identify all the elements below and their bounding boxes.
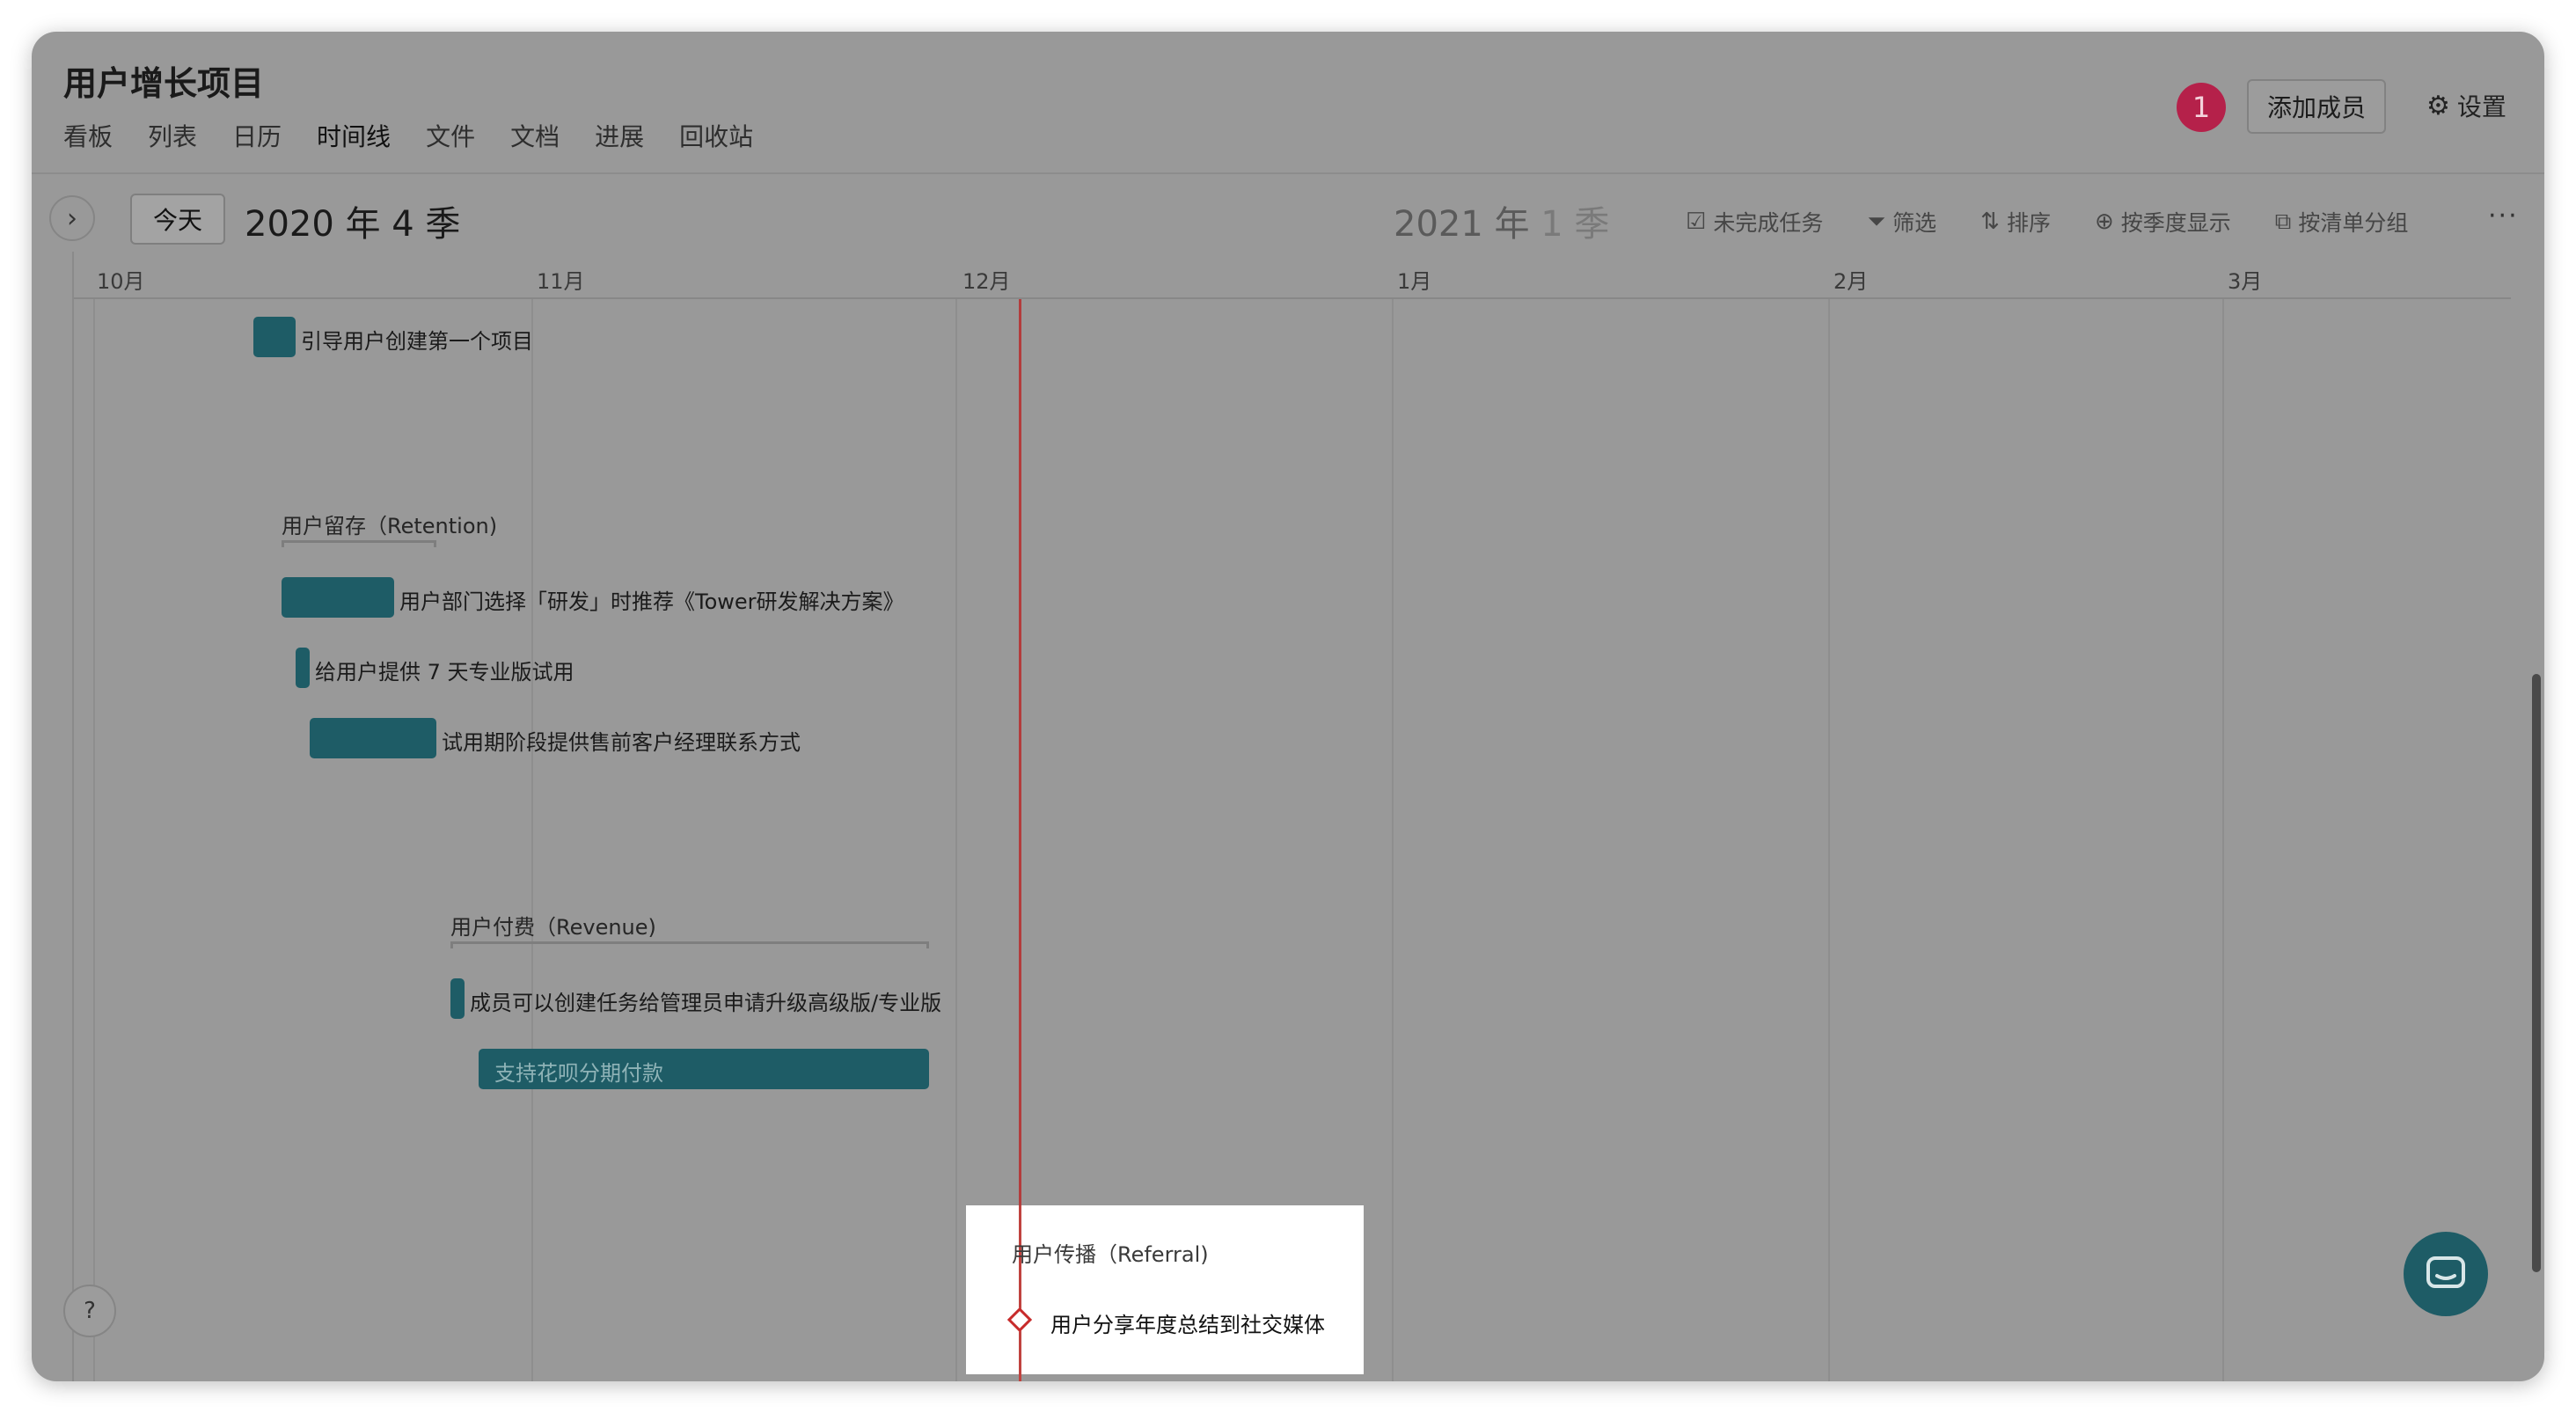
tab-calendar[interactable]: 日历 bbox=[232, 118, 282, 153]
group-title-retention: 用户留存（Retention) bbox=[282, 514, 498, 538]
month-label: 12月 bbox=[962, 269, 1011, 294]
today-marker-line bbox=[1019, 1205, 1021, 1381]
tab-docs[interactable]: 文档 bbox=[510, 118, 560, 153]
project-header: 用户增长项目 看板 列表 日历 时间线 文件 文档 进展 回收站 1 添加成员 … bbox=[32, 32, 2544, 172]
incomplete-tasks-toggle[interactable]: ☑ 未完成任务 bbox=[1686, 206, 1823, 238]
filter-button[interactable]: ⏷ 筛选 bbox=[1867, 206, 1936, 238]
month-label: 3月 bbox=[2228, 269, 2263, 294]
expand-sidebar-button[interactable]: › bbox=[49, 195, 95, 241]
task-bar[interactable] bbox=[450, 978, 465, 1019]
tab-list[interactable]: 列表 bbox=[148, 118, 197, 153]
current-quarter-label: 2020 年 4 季 bbox=[245, 204, 461, 245]
question-mark-icon: ? bbox=[84, 1298, 96, 1324]
task-bar[interactable] bbox=[282, 577, 394, 618]
checkbox-icon: ☑ bbox=[1686, 209, 1707, 235]
timeline-toolbar: › 今天 2020 年 4 季 2021 年 1 季 ☑ 未完成任务 ⏷ 筛选 … bbox=[32, 174, 2544, 245]
zoom-icon: ⊕ bbox=[2094, 209, 2114, 235]
tab-kanban[interactable]: 看板 bbox=[63, 118, 113, 153]
group-icon: ⧉ bbox=[2274, 208, 2292, 235]
grid-line bbox=[2222, 299, 2224, 1381]
chat-launcher-button[interactable] bbox=[2404, 1232, 2488, 1316]
more-options-button[interactable]: ··· bbox=[2488, 201, 2519, 231]
toolbar-tools: ☑ 未完成任务 ⏷ 筛选 ⇅ 排序 ⊕ 按季度显示 ⧉ 按清单分组 bbox=[1686, 206, 2452, 238]
sort-icon: ⇅ bbox=[1980, 209, 2000, 235]
task-label[interactable]: 成员可以创建任务给管理员申请升级高级版/专业版 bbox=[470, 985, 941, 1016]
app-window: 用户增长项目 看板 列表 日历 时间线 文件 文档 进展 回收站 1 添加成员 … bbox=[32, 32, 2544, 1381]
settings-label: 设置 bbox=[2456, 92, 2506, 121]
grid-line bbox=[955, 299, 957, 1381]
group-title-revenue: 用户付费（Revenue) bbox=[450, 915, 656, 940]
task-bar[interactable] bbox=[310, 718, 436, 758]
project-nav: 看板 列表 日历 时间线 文件 文档 进展 回收站 bbox=[63, 118, 788, 153]
tab-files[interactable]: 文件 bbox=[426, 118, 475, 153]
chevron-right-icon: › bbox=[67, 202, 77, 234]
highlight-region bbox=[966, 1205, 1364, 1374]
quarter-view-button[interactable]: ⊕ 按季度显示 bbox=[2095, 206, 2231, 238]
grid-line bbox=[1392, 299, 1394, 1381]
task-label[interactable]: 用户部门选择「研发」时推荐《Tower研发解决方案》 bbox=[399, 584, 904, 615]
vertical-scrollbar[interactable] bbox=[2532, 674, 2541, 1272]
sort-button[interactable]: ⇅ 排序 bbox=[1980, 206, 2051, 238]
today-button[interactable]: 今天 bbox=[130, 194, 225, 245]
notification-badge[interactable]: 1 bbox=[2177, 83, 2226, 132]
next-quarter-label: 2021 年 1 季 bbox=[1394, 204, 1610, 245]
group-by-list-button[interactable]: ⧉ 按清单分组 bbox=[2275, 206, 2409, 238]
task-bar[interactable] bbox=[253, 317, 296, 357]
task-label[interactable]: 引导用户创建第一个项目 bbox=[301, 324, 533, 355]
milestone-label[interactable]: 用户分享年度总结到社交媒体 bbox=[1050, 1307, 1325, 1338]
task-label[interactable]: 给用户提供 7 天专业版试用 bbox=[315, 655, 574, 685]
group-title-referral: 用户传播（Referral) bbox=[1012, 1242, 1209, 1267]
task-bar[interactable] bbox=[296, 648, 310, 688]
month-label: 2月 bbox=[1833, 269, 1869, 294]
grid-line bbox=[93, 299, 95, 1381]
month-header-divider bbox=[74, 297, 2511, 299]
tab-timeline[interactable]: 时间线 bbox=[317, 118, 391, 153]
timeline-left-edge bbox=[72, 252, 74, 1381]
help-button[interactable]: ? bbox=[63, 1285, 116, 1337]
month-label: 1月 bbox=[1397, 269, 1432, 294]
task-label[interactable]: 试用期阶段提供售前客户经理联系方式 bbox=[442, 725, 801, 756]
group-span-bracket bbox=[450, 941, 929, 948]
group-span-bracket bbox=[282, 540, 436, 547]
add-member-button[interactable]: 添加成员 bbox=[2247, 79, 2386, 134]
project-title: 用户增长项目 bbox=[63, 64, 265, 103]
chat-bubble-icon bbox=[2426, 1256, 2465, 1288]
grid-line bbox=[531, 299, 533, 1381]
month-label: 11月 bbox=[537, 269, 585, 294]
month-label: 10月 bbox=[97, 269, 145, 294]
task-label[interactable]: 支持花呗分期付款 bbox=[494, 1056, 663, 1087]
tab-progress[interactable]: 进展 bbox=[595, 118, 644, 153]
tab-trash[interactable]: 回收站 bbox=[679, 118, 753, 153]
gear-icon: ⚙ bbox=[2426, 90, 2450, 121]
settings-button[interactable]: ⚙ 设置 bbox=[2426, 88, 2506, 123]
filter-icon: ⏷ bbox=[1867, 208, 1886, 235]
grid-line bbox=[1828, 299, 1830, 1381]
